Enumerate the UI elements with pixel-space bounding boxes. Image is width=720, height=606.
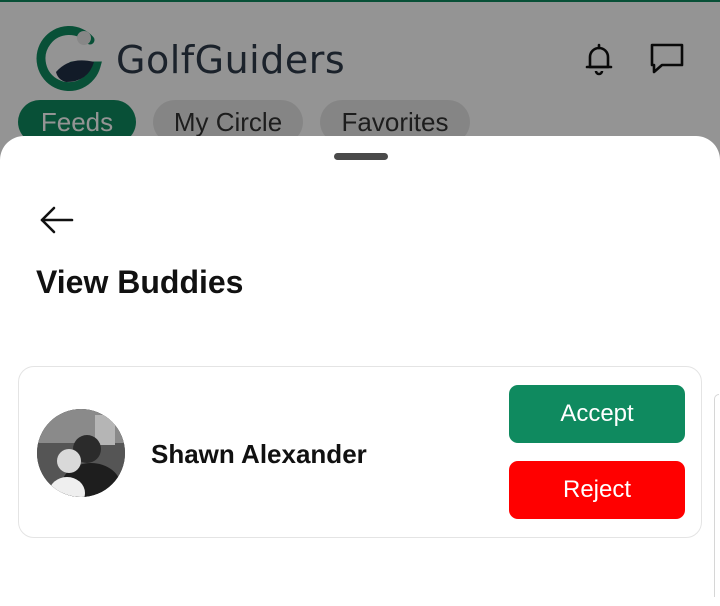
view-buddies-sheet: View Buddies Shawn Alexander Accept Reje…	[0, 136, 720, 606]
back-arrow-icon[interactable]	[36, 200, 76, 240]
buddy-name: Shawn Alexander	[151, 439, 367, 469]
page-title: View Buddies	[36, 264, 244, 300]
reject-button[interactable]: Reject	[509, 461, 685, 519]
accept-button[interactable]: Accept	[509, 385, 685, 443]
buddy-request-card: Shawn Alexander Accept Reject	[18, 366, 702, 538]
avatar	[37, 409, 125, 497]
scroll-edge	[714, 394, 719, 597]
sheet-drag-handle[interactable]	[334, 153, 388, 160]
